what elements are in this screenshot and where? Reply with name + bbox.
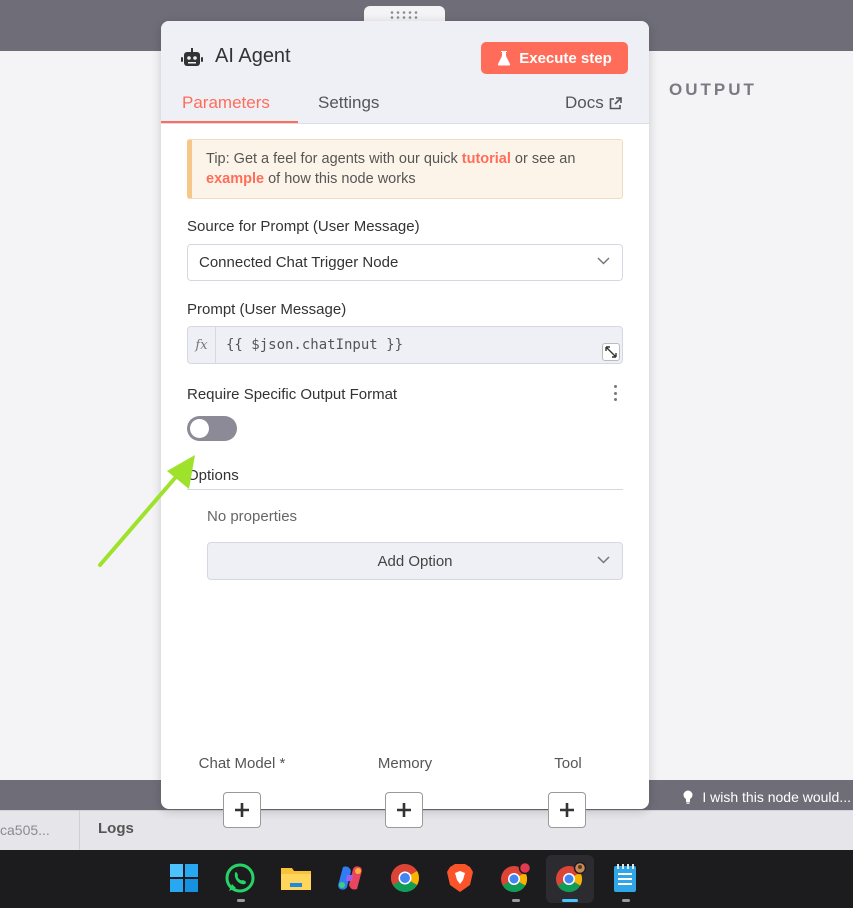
tip-text-middle: or see an [510, 151, 576, 167]
chevron-down-icon [597, 257, 610, 265]
tip-text-prefix: Tip: Get a feel for agents with our quic… [206, 151, 462, 167]
feedback-text: I wish this node would... [702, 789, 851, 805]
add-option-dropdown[interactable]: Add Option [207, 542, 623, 580]
taskbar-running-indicator [512, 899, 520, 902]
taskbar-running-indicator [622, 899, 630, 902]
output-format-label: Require Specific Output Format [187, 386, 398, 403]
tab-settings[interactable]: Settings [318, 93, 379, 113]
add-option-label: Add Option [377, 552, 453, 570]
chevron-down-icon [597, 556, 610, 564]
example-link[interactable]: example [206, 171, 264, 187]
docs-label: Docs [565, 93, 604, 112]
memory-label: Memory [377, 755, 433, 772]
file-explorer-icon[interactable] [280, 862, 312, 894]
toggle-knob [190, 419, 209, 438]
windows-start-icon[interactable] [168, 862, 200, 894]
output-label: OUTPUT [669, 80, 757, 99]
chrome-profile-icon[interactable] [499, 862, 531, 894]
execution-tab[interactable]: ca505... [0, 810, 80, 850]
logs-tab[interactable]: Logs [98, 820, 134, 837]
kebab-menu-icon[interactable] [613, 385, 617, 401]
chrome-active-icon[interactable] [554, 862, 586, 894]
tutorial-link[interactable]: tutorial [462, 151, 511, 167]
chrome-icon[interactable] [389, 862, 421, 894]
copilot-icon[interactable] [334, 862, 366, 894]
annotation-arrow-icon [98, 455, 195, 567]
active-tab-underline [161, 121, 298, 123]
panel-header: AI Agent Execute step Parameters Setting… [161, 21, 649, 124]
plus-icon [560, 803, 574, 817]
flask-icon [498, 51, 511, 66]
tool-label: Tool [554, 755, 582, 772]
plus-icon [397, 803, 411, 817]
docs-link[interactable]: Docs [565, 93, 622, 113]
options-divider [187, 489, 623, 490]
tab-parameters[interactable]: Parameters [182, 93, 270, 113]
whatsapp-icon[interactable] [224, 862, 256, 894]
drag-dots-icon [390, 11, 417, 19]
prompt-value: {{ $json.chatInput }} [226, 337, 404, 353]
robot-icon [181, 48, 203, 66]
brave-icon[interactable] [444, 862, 476, 894]
plus-icon [235, 803, 249, 817]
expand-editor-button[interactable] [602, 343, 620, 361]
tip-callout: Tip: Get a feel for agents with our quic… [187, 139, 623, 199]
windows-taskbar [0, 850, 853, 908]
taskbar-active-indicator [562, 899, 578, 902]
lightbulb-icon [683, 790, 693, 804]
expression-fx-icon: fx [188, 327, 216, 363]
source-prompt-label: Source for Prompt (User Message) [187, 218, 420, 235]
taskbar-running-indicator [237, 899, 245, 902]
tip-text-suffix: of how this node works [264, 171, 416, 187]
chat-model-label: Chat Model * [198, 755, 286, 772]
add-tool-button[interactable] [548, 792, 586, 828]
external-link-icon [609, 96, 622, 109]
notepad-icon[interactable] [609, 862, 641, 894]
source-prompt-value: Connected Chat Trigger Node [199, 254, 399, 271]
source-prompt-select[interactable]: Connected Chat Trigger Node [187, 244, 623, 281]
no-properties-text: No properties [207, 508, 298, 525]
node-title[interactable]: AI Agent [215, 45, 291, 68]
add-chat-model-button[interactable] [223, 792, 261, 828]
output-format-toggle[interactable] [187, 416, 237, 441]
prompt-label: Prompt (User Message) [187, 301, 347, 318]
add-memory-button[interactable] [385, 792, 423, 828]
feedback-link[interactable]: I wish this node would... [682, 789, 851, 805]
expand-icon [605, 346, 617, 358]
execute-step-button[interactable]: Execute step [481, 42, 628, 74]
node-details-panel: AI Agent Execute step Parameters Setting… [161, 21, 649, 828]
prompt-expression-input[interactable]: fx {{ $json.chatInput }} [187, 326, 623, 364]
execute-step-label: Execute step [519, 49, 612, 67]
